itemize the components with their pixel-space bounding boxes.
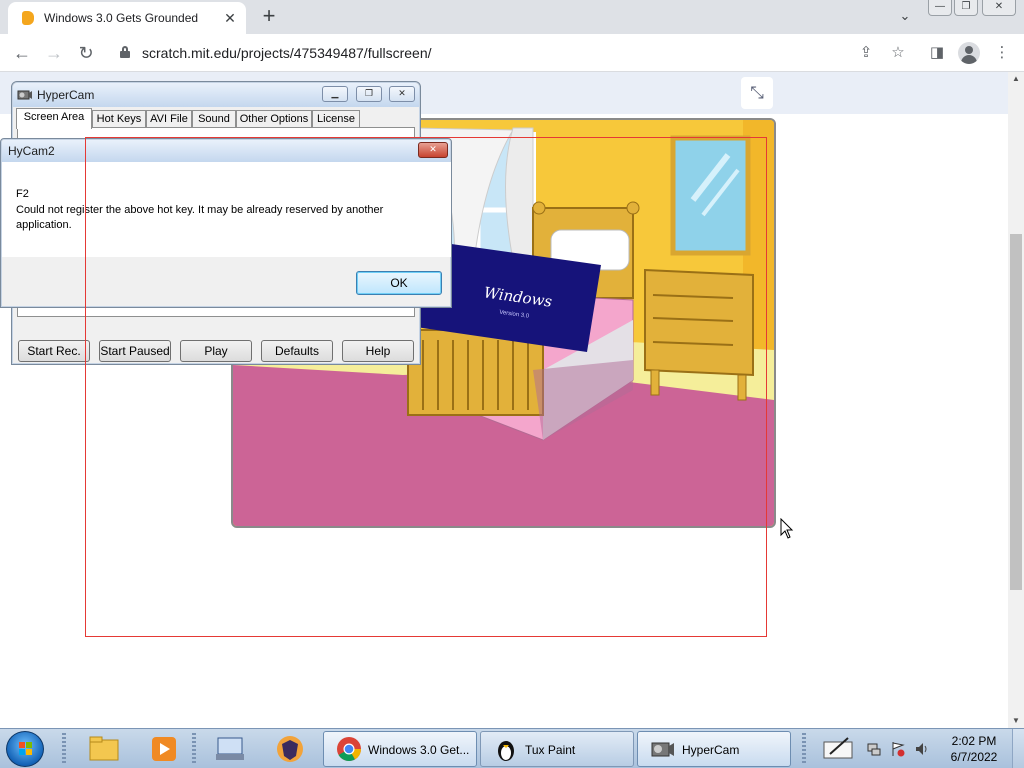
back-arrow-icon[interactable]: ← bbox=[10, 41, 34, 65]
dialog-title: HyCam2 bbox=[8, 144, 55, 158]
tab-search-chevron-icon[interactable]: ⌄ bbox=[894, 8, 916, 26]
taskbar-label-chrome: Windows 3.0 Get... bbox=[368, 743, 470, 757]
close-window-button[interactable]: ✕ bbox=[982, 0, 1016, 16]
profile-icon[interactable] bbox=[958, 42, 980, 64]
minimize-button[interactable]: — bbox=[928, 0, 952, 16]
url-text[interactable]: scratch.mit.edu/projects/475349487/fulls… bbox=[142, 45, 432, 61]
tab-other-options[interactable]: Other Options bbox=[236, 110, 312, 128]
tab-license[interactable]: License bbox=[312, 110, 360, 128]
volume-icon[interactable] bbox=[914, 741, 930, 757]
tab-screen-area[interactable]: Screen Area bbox=[16, 108, 92, 129]
dialog-message-line2: application. bbox=[16, 219, 72, 231]
hypercam-title: HyperCam bbox=[37, 88, 95, 102]
tab-title: Windows 3.0 Gets Grounded Episode bbox=[44, 11, 199, 25]
tux-icon bbox=[498, 741, 514, 761]
taskbar-label-hypercam: HyperCam bbox=[682, 743, 740, 757]
vpn-shield-icon[interactable] bbox=[272, 732, 308, 766]
browser-toolbar: ← → ↻ scratch.mit.edu/projects/475349487… bbox=[0, 34, 1024, 72]
taskbar-label-tux-paint: Tux Paint bbox=[525, 743, 576, 757]
taskbar-item-chrome[interactable]: Windows 3.0 Get... bbox=[323, 731, 477, 767]
taskbar-grip[interactable] bbox=[62, 733, 66, 765]
exit-fullscreen-icon[interactable]: ⤡ bbox=[741, 77, 773, 109]
tab-avi-file[interactable]: AVI File bbox=[146, 110, 192, 128]
action-center-flag-icon[interactable] bbox=[890, 741, 906, 757]
taskbar-grip-3[interactable] bbox=[802, 733, 806, 765]
clock-date[interactable]: 6/7/2022 bbox=[946, 750, 1002, 764]
scratch-favicon-icon bbox=[22, 11, 34, 25]
tab-hot-keys[interactable]: Hot Keys bbox=[92, 110, 146, 128]
browser-tabstrip: Windows 3.0 Gets Grounded Episode ✕ + ⌄ … bbox=[0, 0, 1024, 34]
on-screen-keyboard-icon[interactable] bbox=[212, 732, 248, 766]
dialog-hotkey-line: F2 bbox=[16, 188, 29, 200]
start-rec-button[interactable]: Start Rec. bbox=[18, 340, 90, 362]
scroll-up-icon[interactable]: ▲ bbox=[1008, 72, 1024, 86]
windows-taskbar: Windows 3.0 Get... Tux Paint HyperCam 2:… bbox=[0, 728, 1024, 768]
windows-orb-icon[interactable] bbox=[6, 731, 44, 767]
address-bar[interactable]: scratch.mit.edu/projects/475349487/fulls… bbox=[108, 38, 918, 68]
page-scrollbar[interactable]: ▲ ▼ bbox=[1008, 72, 1024, 728]
hypercam-maximize-button[interactable]: ❐ bbox=[356, 86, 382, 102]
sidepanel-icon[interactable]: ◨ bbox=[926, 43, 948, 65]
browser-tab[interactable]: Windows 3.0 Gets Grounded Episode ✕ bbox=[8, 2, 246, 34]
window-controls: — ❐ ✕ bbox=[928, 0, 1018, 18]
taskbar-item-tux-paint[interactable]: Tux Paint bbox=[480, 731, 634, 767]
scrollbar-thumb[interactable] bbox=[1010, 234, 1022, 590]
capture-region-rectangle bbox=[85, 137, 767, 637]
new-tab-button[interactable]: + bbox=[256, 4, 282, 30]
star-icon[interactable]: ☆ bbox=[887, 43, 909, 65]
kebab-menu-icon[interactable]: ⋮ bbox=[991, 43, 1013, 65]
show-desktop-button[interactable] bbox=[1012, 729, 1024, 768]
hypercam-close-button[interactable]: ✕ bbox=[389, 86, 415, 102]
scroll-down-icon[interactable]: ▼ bbox=[1008, 714, 1024, 728]
restore-button[interactable]: ❐ bbox=[954, 0, 978, 16]
taskbar-item-hypercam[interactable]: HyperCam bbox=[637, 731, 791, 767]
taskbar-grip-2[interactable] bbox=[192, 733, 196, 765]
hypercam-taskbar-icon bbox=[651, 742, 674, 757]
forward-arrow-icon[interactable]: → bbox=[42, 41, 66, 65]
share-icon[interactable]: ⇪ bbox=[855, 43, 877, 65]
explorer-folder-icon[interactable] bbox=[86, 732, 122, 766]
hypercam-titlebar[interactable]: HyperCam ▁ ❐ ✕ bbox=[13, 83, 419, 107]
clock-time[interactable]: 2:02 PM bbox=[946, 734, 1002, 748]
reload-icon[interactable]: ↻ bbox=[74, 41, 98, 65]
network-icon[interactable] bbox=[866, 741, 882, 757]
mouse-pointer-icon bbox=[780, 518, 794, 539]
signature-pen-icon[interactable] bbox=[820, 732, 856, 766]
tab-close-icon[interactable]: ✕ bbox=[220, 8, 240, 28]
lock-icon[interactable] bbox=[120, 46, 130, 58]
hypercam-minimize-button[interactable]: ▁ bbox=[322, 86, 348, 102]
media-player-icon[interactable] bbox=[146, 732, 182, 766]
tab-sound[interactable]: Sound bbox=[192, 110, 236, 128]
hypercam-icon bbox=[17, 90, 32, 100]
chrome-icon bbox=[337, 737, 361, 762]
